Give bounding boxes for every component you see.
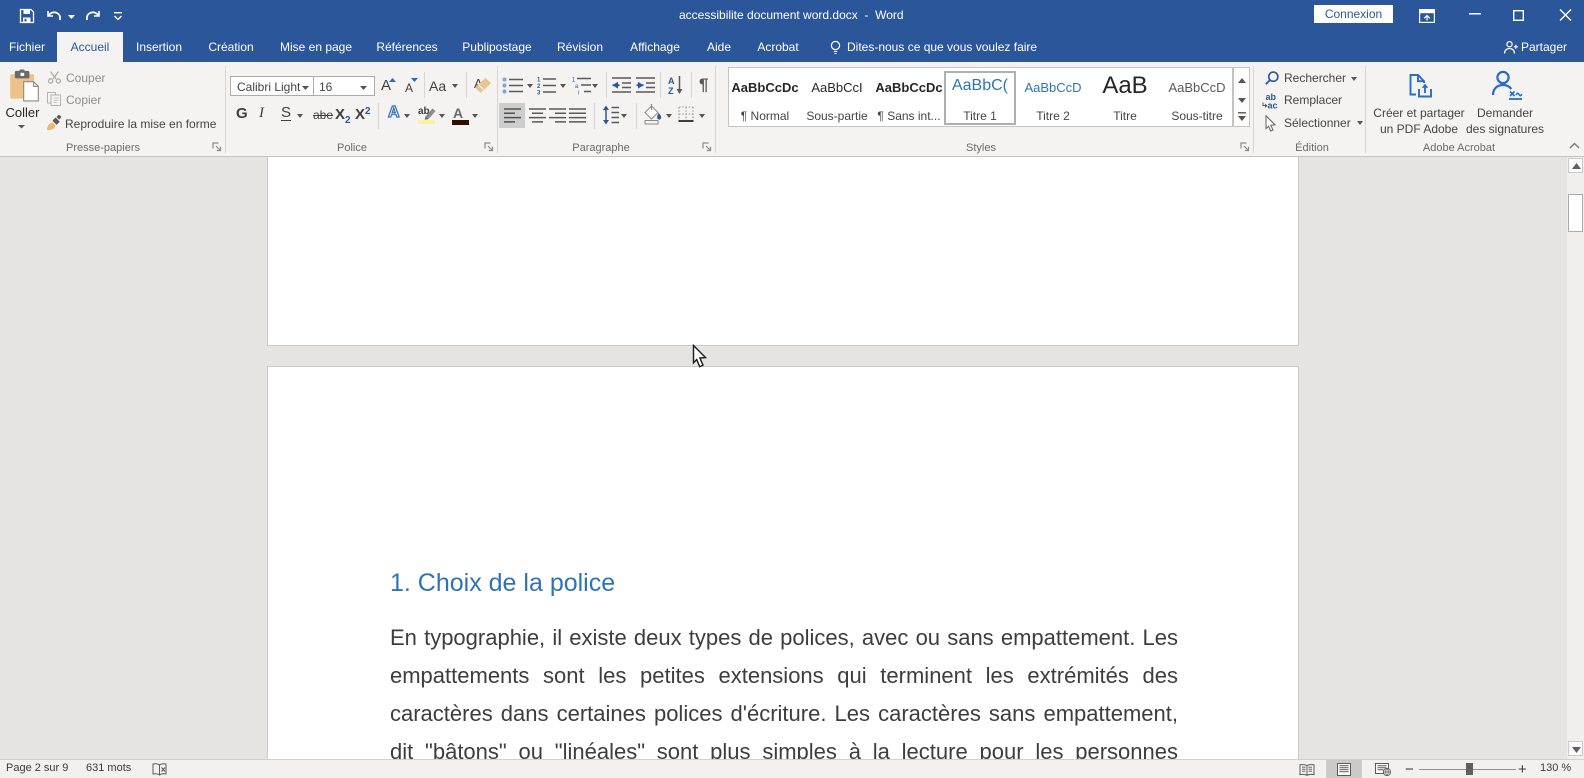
svg-text:A: A	[668, 76, 675, 86]
svg-text:ac: ac	[1268, 101, 1278, 110]
svg-text:i: i	[578, 91, 579, 96]
svg-text:Z: Z	[668, 86, 674, 95]
svg-text:a: a	[575, 84, 579, 90]
svg-text:1: 1	[537, 78, 541, 84]
svg-text:1: 1	[572, 78, 576, 84]
svg-text:2: 2	[537, 84, 541, 90]
svg-text:3: 3	[537, 91, 541, 96]
